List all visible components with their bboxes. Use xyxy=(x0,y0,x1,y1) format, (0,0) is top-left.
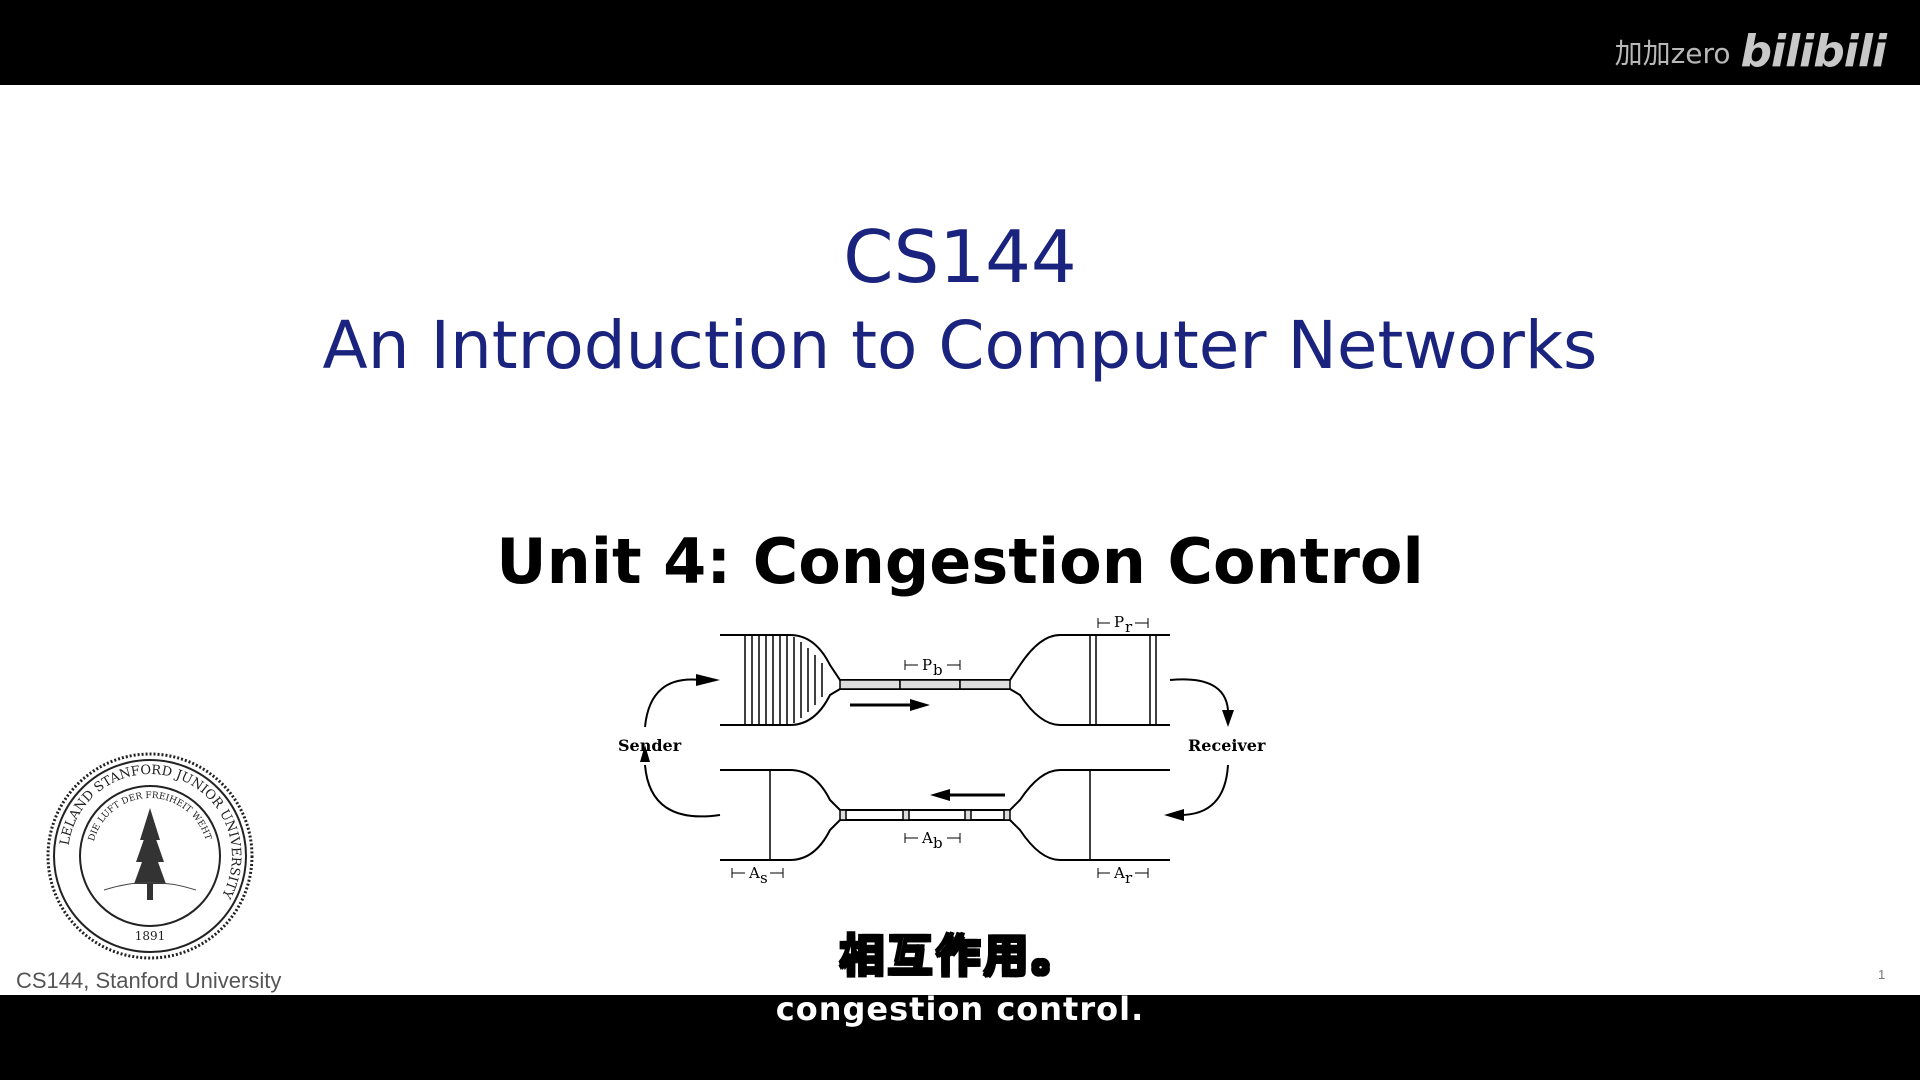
subtitle-english: congestion control. xyxy=(775,990,1145,1028)
receiver-left-arrowhead xyxy=(1164,809,1184,821)
pr-sub: r xyxy=(1125,618,1133,636)
return-arrow xyxy=(930,789,1005,801)
pr-marker: P r xyxy=(1097,615,1149,636)
ar-sub: r xyxy=(1125,869,1133,887)
lecture-slide: CS144 An Introduction to Computer Networ… xyxy=(0,85,1920,995)
as-label: A xyxy=(748,864,760,882)
bilibili-logo: bilibili xyxy=(1740,26,1887,77)
course-code: CS144 xyxy=(843,215,1077,299)
pr-label: P xyxy=(1114,615,1124,631)
as-sub: s xyxy=(760,869,768,887)
sender-label: Sender xyxy=(618,736,682,755)
forward-arrow xyxy=(850,699,930,711)
ab-sub: b xyxy=(933,834,943,852)
bottleneck-packets xyxy=(839,679,1011,690)
unit-title: Unit 4: Congestion Control xyxy=(496,525,1424,598)
course-title: An Introduction to Computer Networks xyxy=(322,307,1598,384)
bilibili-watermark: 加加zero bilibili xyxy=(1614,26,1887,77)
pb-marker: P b xyxy=(904,656,961,679)
as-marker: A s xyxy=(731,864,784,887)
receiver-packets xyxy=(1089,635,1157,725)
ar-label: A xyxy=(1113,864,1125,882)
return-path xyxy=(720,769,1170,861)
sender-right-arrowhead xyxy=(696,674,720,686)
pb-label: P xyxy=(922,656,932,674)
ab-label: A xyxy=(921,829,933,847)
congestion-window-diagram: P b P r A b A s A r Sender Receiver xyxy=(618,615,1266,887)
sender-packets xyxy=(744,635,823,725)
ar-marker: A r xyxy=(1097,864,1149,887)
ab-marker: A b xyxy=(904,829,961,852)
receiver-down-arrowhead xyxy=(1222,710,1234,727)
uploader-name: 加加zero xyxy=(1614,36,1731,70)
subtitle-chinese: 相互作用。 xyxy=(839,930,1080,983)
receiver-label: Receiver xyxy=(1188,736,1266,755)
pb-sub: b xyxy=(933,661,943,679)
